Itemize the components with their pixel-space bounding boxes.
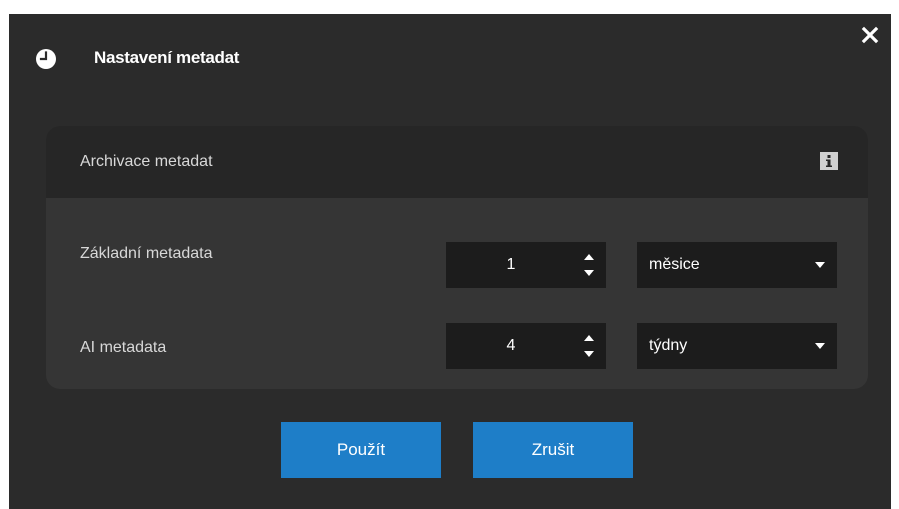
basic-metadata-label: Základní metadata [80, 245, 213, 262]
clock-icon [36, 49, 56, 69]
basic-metadata-unit-select[interactable]: měsice [637, 242, 837, 288]
chevron-down-icon [815, 262, 825, 268]
decrement-icon[interactable] [579, 345, 599, 365]
ai-metadata-unit-select[interactable]: týdny [637, 323, 837, 369]
decrement-icon[interactable] [579, 264, 599, 284]
metadata-settings-dialog: Nastavení metadat Archivace metadat Zákl… [9, 14, 891, 509]
panel-title: Archivace metadat [80, 153, 213, 170]
cancel-button[interactable]: Zrušit [473, 422, 633, 478]
panel-header: Archivace metadat [46, 126, 868, 198]
apply-button[interactable]: Použít [281, 422, 441, 478]
increment-icon[interactable] [579, 246, 599, 266]
close-icon[interactable] [859, 24, 881, 46]
ai-metadata-value[interactable]: 4 [446, 323, 576, 369]
increment-icon[interactable] [579, 327, 599, 347]
basic-metadata-stepper[interactable]: 1 [446, 242, 606, 288]
dialog-title: Nastavení metadat [94, 48, 240, 67]
ai-metadata-unit: týdny [649, 337, 688, 354]
info-icon[interactable] [820, 152, 838, 170]
basic-metadata-unit: měsice [649, 256, 700, 273]
chevron-down-icon [815, 343, 825, 349]
ai-metadata-label: AI metadata [80, 339, 167, 356]
ai-metadata-stepper[interactable]: 4 [446, 323, 606, 369]
metadata-archiving-panel: Archivace metadat Základní metadata 1 mě… [46, 126, 868, 389]
basic-metadata-value[interactable]: 1 [446, 242, 576, 288]
